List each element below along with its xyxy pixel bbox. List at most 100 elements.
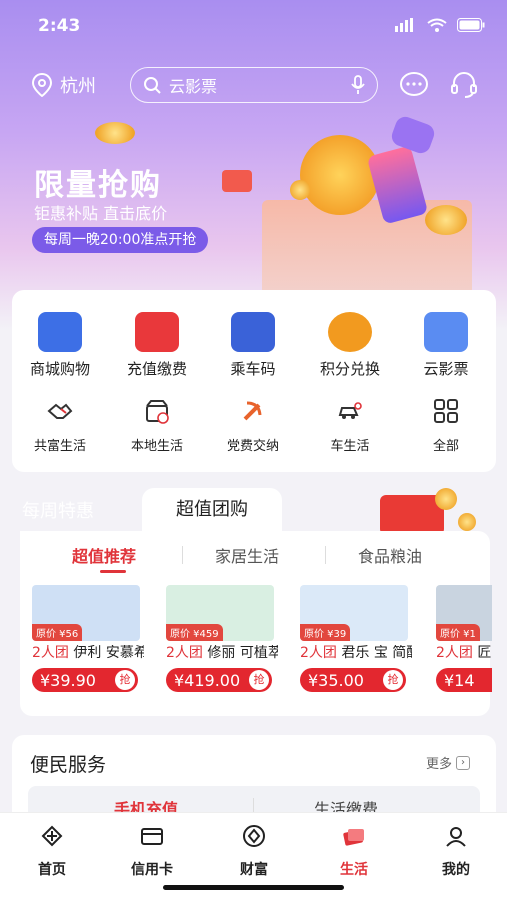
service-label: 乘车码: [230, 360, 276, 378]
service-party-emblem[interactable]: 党费交纳: [205, 397, 301, 454]
nav-label: 首页: [38, 862, 66, 878]
product-title: 伊利 安慕希酸奶…: [73, 645, 144, 661]
product-card[interactable]: 原价 ¥56 2人团 伊利 安慕希酸奶… ¥39.90 抢: [32, 585, 152, 692]
battery-icon: [457, 18, 485, 32]
nav-life[interactable]: 生活: [314, 823, 394, 879]
service-recharge-card[interactable]: 充值缴费: [109, 312, 205, 379]
group-size-label: 2人团: [300, 645, 337, 661]
coin-illustration: [290, 180, 310, 200]
nav-wealth[interactable]: 财富: [214, 823, 294, 879]
coin-illustration: [435, 488, 457, 510]
service-movie-ticket[interactable]: 云影票: [398, 312, 494, 379]
original-price: 原价 ¥56: [32, 624, 83, 641]
product-name: 2人团 修丽 可植萃舒缓…: [166, 645, 278, 662]
nav-credit-card[interactable]: 信用卡: [112, 823, 192, 879]
coin-illustration: [458, 513, 476, 531]
home-logo-icon: [41, 825, 63, 847]
price-button[interactable]: ¥14: [436, 668, 492, 692]
party-emblem-icon: [243, 401, 262, 421]
divider: [325, 546, 326, 564]
price-value: ¥419.00: [174, 670, 241, 690]
product-title: 君乐 宝 简醇 0添…: [341, 645, 412, 661]
product-title: 匠 云: [477, 645, 492, 661]
service-label: 共富生活: [33, 439, 86, 454]
price-button[interactable]: ¥419.00 抢: [166, 668, 272, 692]
status-icons: [395, 18, 485, 32]
service-train[interactable]: 乘车码: [205, 312, 301, 379]
profile-icon: [446, 827, 466, 847]
search-input[interactable]: 云影票: [130, 67, 378, 103]
product-name: 2人团 君乐 宝 简醇 0添…: [300, 645, 412, 662]
coin-illustration: [95, 122, 135, 144]
life-icon: [343, 829, 364, 846]
status-time: 2:43: [38, 16, 81, 36]
nav-label: 生活: [340, 862, 368, 878]
shopping-basket-icon: [38, 312, 82, 352]
promo-subtitle: 钜惠补贴 直击底价: [34, 204, 168, 223]
grid-all-icon: [434, 399, 458, 423]
more-link[interactable]: 更多 ›: [426, 753, 471, 772]
train-icon: [231, 312, 275, 352]
nav-profile[interactable]: 我的: [416, 823, 496, 879]
coin-illustration: [425, 205, 467, 235]
grab-button[interactable]: 抢: [383, 670, 403, 690]
grab-button[interactable]: 抢: [249, 670, 269, 690]
service-label: 商城购物: [29, 360, 90, 378]
service-label: 全部: [432, 439, 459, 454]
product-name: 2人团 匠 云: [436, 645, 492, 662]
original-price: 原价 ¥459: [166, 624, 223, 641]
service-handshake[interactable]: 共富生活: [12, 397, 108, 454]
product-image: 原价 ¥1: [436, 585, 492, 641]
product-card[interactable]: 原价 ¥12人团 匠 云¥14: [436, 585, 492, 692]
nav-home-logo[interactable]: 首页: [12, 823, 92, 879]
nav-label: 财富: [240, 862, 268, 878]
product-card[interactable]: 原价 ¥39 2人团 君乐 宝 简醇 0添… ¥35.00 抢: [300, 585, 420, 692]
points-star-icon: [328, 312, 372, 352]
message-icon[interactable]: [399, 70, 429, 100]
chevron-right-icon: ›: [456, 755, 471, 770]
price-button[interactable]: ¥39.90 抢: [32, 668, 138, 692]
service-label: 云影票: [423, 360, 469, 378]
convenience-title: 便民服务: [30, 754, 107, 776]
group-size-label: 2人团: [32, 645, 69, 661]
service-local-shop[interactable]: 本地生活: [109, 397, 205, 454]
alarm-clock-illustration: [300, 135, 380, 215]
service-points-star[interactable]: 积分兑换: [302, 312, 398, 379]
local-shop-icon: [146, 400, 169, 424]
car-icon: [338, 402, 362, 419]
divider: [182, 546, 183, 564]
microphone-icon[interactable]: [351, 75, 365, 95]
price-value: ¥14: [444, 670, 475, 690]
subtab-recommended[interactable]: 超值推荐: [72, 543, 136, 567]
nav-label: 我的: [442, 862, 470, 878]
service-grid-all[interactable]: 全部: [398, 397, 494, 454]
grab-button[interactable]: 抢: [115, 670, 135, 690]
tab-group-buy[interactable]: 超值团购: [142, 488, 282, 532]
status-bar: 2:43: [0, 0, 507, 50]
product-title: 修丽 可植萃舒缓…: [207, 645, 278, 661]
wealth-icon: [243, 825, 265, 847]
promo-title: 限量抢购: [34, 168, 162, 203]
product-card[interactable]: 原价 ¥459 2人团 修丽 可植萃舒缓… ¥419.00 抢: [166, 585, 286, 692]
search-placeholder: 云影票: [169, 77, 218, 96]
group-size-label: 2人团: [436, 645, 473, 661]
service-car[interactable]: 车生活: [302, 397, 398, 454]
movie-ticket-icon: [424, 312, 468, 352]
location-selector[interactable]: 杭州: [32, 72, 96, 98]
recharge-card-icon: [135, 312, 179, 352]
red-packet-illustration: [222, 170, 252, 192]
price-button[interactable]: ¥35.00 抢: [300, 668, 406, 692]
wifi-icon: [427, 18, 447, 32]
original-price: 原价 ¥1: [436, 624, 480, 641]
tab-weekly-deals[interactable]: 每周特惠: [22, 497, 94, 523]
customer-service-icon[interactable]: [449, 70, 479, 100]
city-label: 杭州: [60, 76, 96, 97]
subtab-food-grain-oil[interactable]: 食品粮油: [358, 543, 422, 567]
group-size-label: 2人团: [166, 645, 203, 661]
product-image: 原价 ¥39: [300, 585, 408, 641]
promo-schedule-pill[interactable]: 每周一晚20:00准点开抢: [32, 227, 209, 253]
service-shopping-basket[interactable]: 商城购物: [12, 312, 108, 379]
credit-card-icon: [141, 828, 163, 845]
subtab-home-living[interactable]: 家居生活: [215, 543, 279, 567]
product-image: 原价 ¥56: [32, 585, 140, 641]
